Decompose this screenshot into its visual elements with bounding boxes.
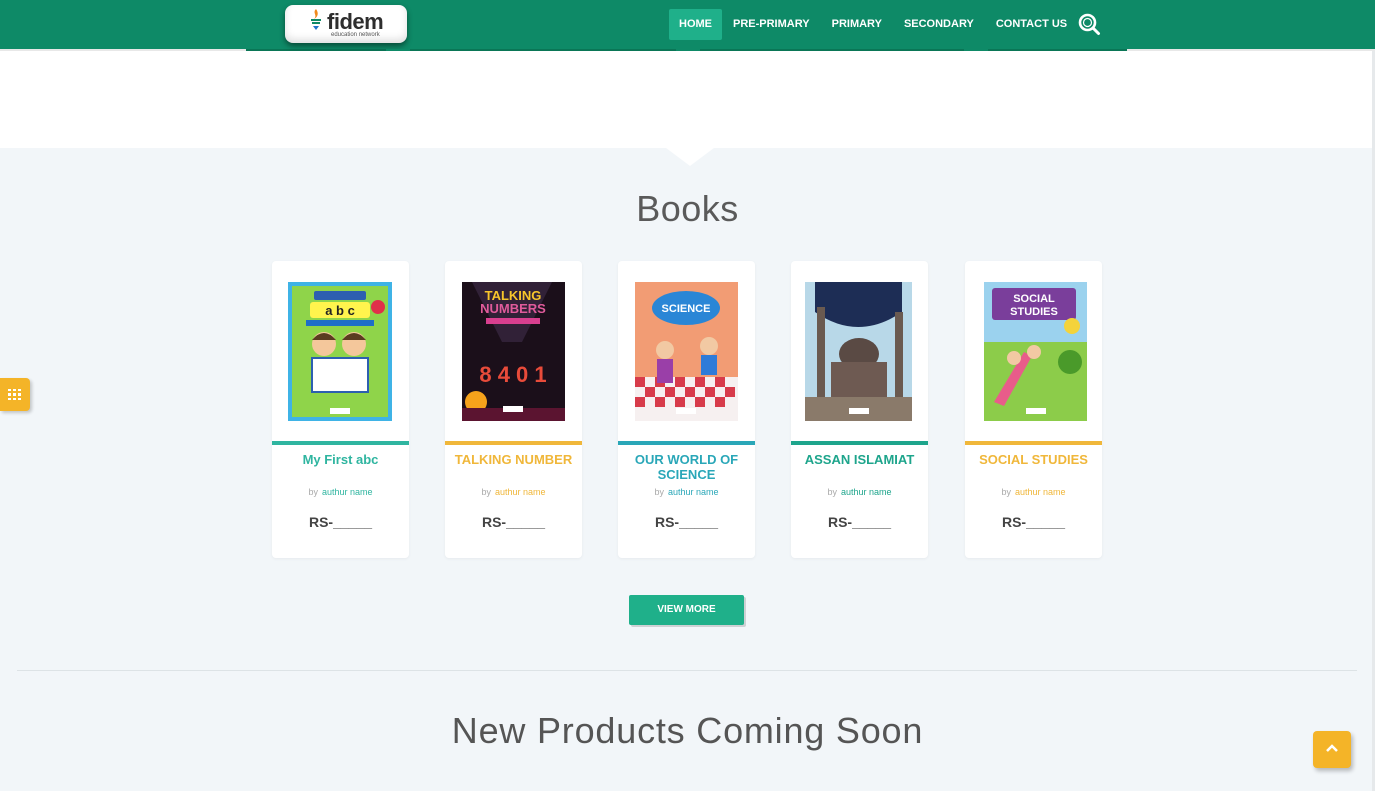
book-author: by authur name (445, 487, 582, 497)
book-author: by authur name (791, 487, 928, 497)
author-name[interactable]: authur name (841, 487, 892, 497)
site-header: fidem education network HOME PRE-PRIMARY… (0, 0, 1375, 51)
author-by-label: by (827, 487, 837, 497)
main-nav: HOME PRE-PRIMARY PRIMARY SECONDARY CONTA… (669, 9, 1078, 40)
author-by-label: by (481, 487, 491, 497)
author-name[interactable]: authur name (322, 487, 373, 497)
author-by-label: by (654, 487, 664, 497)
svg-text:SCIENCE: SCIENCE (662, 303, 711, 315)
svg-text:NUMBERS: NUMBERS (480, 301, 546, 316)
book-cover-image[interactable]: SCIENCE (635, 282, 738, 421)
card-accent-bar (272, 441, 409, 445)
book-price: RS-_____ (1001, 514, 1066, 530)
book-cover-image[interactable] (805, 282, 912, 421)
nav-pre-primary[interactable]: PRE-PRIMARY (722, 9, 821, 40)
nav-contact-us[interactable]: CONTACT US (985, 9, 1078, 40)
book-card[interactable]: a b c My First abc by authur name RS-____… (272, 261, 409, 558)
book-card[interactable]: SCIENCE OUR WORLD OF SCIENCE by authur na… (618, 261, 755, 558)
book-title[interactable]: SOCIAL STUDIES (969, 452, 1098, 467)
book-author: by authur name (272, 487, 409, 497)
side-settings-tab[interactable] (0, 378, 30, 411)
author-name[interactable]: authur name (495, 487, 546, 497)
author-name[interactable]: authur name (668, 487, 719, 497)
card-accent-bar (445, 441, 582, 445)
card-accent-bar (965, 441, 1102, 445)
book-cover-image[interactable]: a b c (288, 282, 392, 421)
section-pointer (666, 148, 714, 166)
book-author: by authur name (965, 487, 1102, 497)
book-card[interactable]: TALKING NUMBERS 8 4 0 1 TALKING NUMBER b… (445, 261, 582, 558)
logo-tagline: education network (331, 32, 380, 38)
author-name[interactable]: authur name (1015, 487, 1066, 497)
author-by-label: by (308, 487, 318, 497)
hero-band (0, 51, 1375, 148)
nav-secondary[interactable]: SECONDARY (893, 9, 985, 40)
nav-primary[interactable]: PRIMARY (821, 9, 893, 40)
svg-text:a b c: a b c (325, 303, 355, 318)
nav-home[interactable]: HOME (669, 9, 722, 40)
chevron-up-icon (1326, 744, 1338, 752)
book-cover-image[interactable]: SOCIAL STUDIES (984, 282, 1087, 421)
site-logo[interactable]: fidem education network (285, 5, 407, 43)
card-accent-bar (618, 441, 755, 445)
book-title[interactable]: My First abc (276, 452, 405, 467)
book-title[interactable]: ASSAN ISLAMIAT (795, 452, 924, 467)
svg-text:SOCIAL: SOCIAL (1013, 293, 1055, 305)
book-price: RS-_____ (654, 514, 719, 530)
book-card[interactable]: SOCIAL STUDIES SOCIAL STUDIES by authur n… (965, 261, 1102, 558)
svg-text:STUDIES: STUDIES (1010, 306, 1058, 318)
author-by-label: by (1001, 487, 1011, 497)
flame-logo-icon (311, 9, 321, 30)
section-divider (17, 670, 1357, 671)
svg-text:8 4 0 1: 8 4 0 1 (479, 362, 546, 387)
book-title[interactable]: TALKING NUMBER (449, 452, 578, 467)
card-accent-bar (791, 441, 928, 445)
coming-soon-heading: New Products Coming Soon (451, 710, 924, 751)
view-more-button[interactable]: VIEW MORE (629, 595, 744, 625)
book-card[interactable]: ASSAN ISLAMIAT by authur name RS-_____ (791, 261, 928, 558)
palette-icon (7, 389, 22, 400)
book-price: RS-_____ (481, 514, 546, 530)
book-author: by authur name (618, 487, 755, 497)
back-to-top-button[interactable] (1313, 731, 1351, 768)
book-price: RS-_____ (308, 514, 373, 530)
search-icon[interactable] (1077, 12, 1101, 36)
book-price: RS-_____ (827, 514, 892, 530)
book-cover-image[interactable]: TALKING NUMBERS 8 4 0 1 (462, 282, 565, 421)
book-title[interactable]: OUR WORLD OF SCIENCE (622, 452, 751, 482)
books-heading: Books (636, 188, 739, 229)
